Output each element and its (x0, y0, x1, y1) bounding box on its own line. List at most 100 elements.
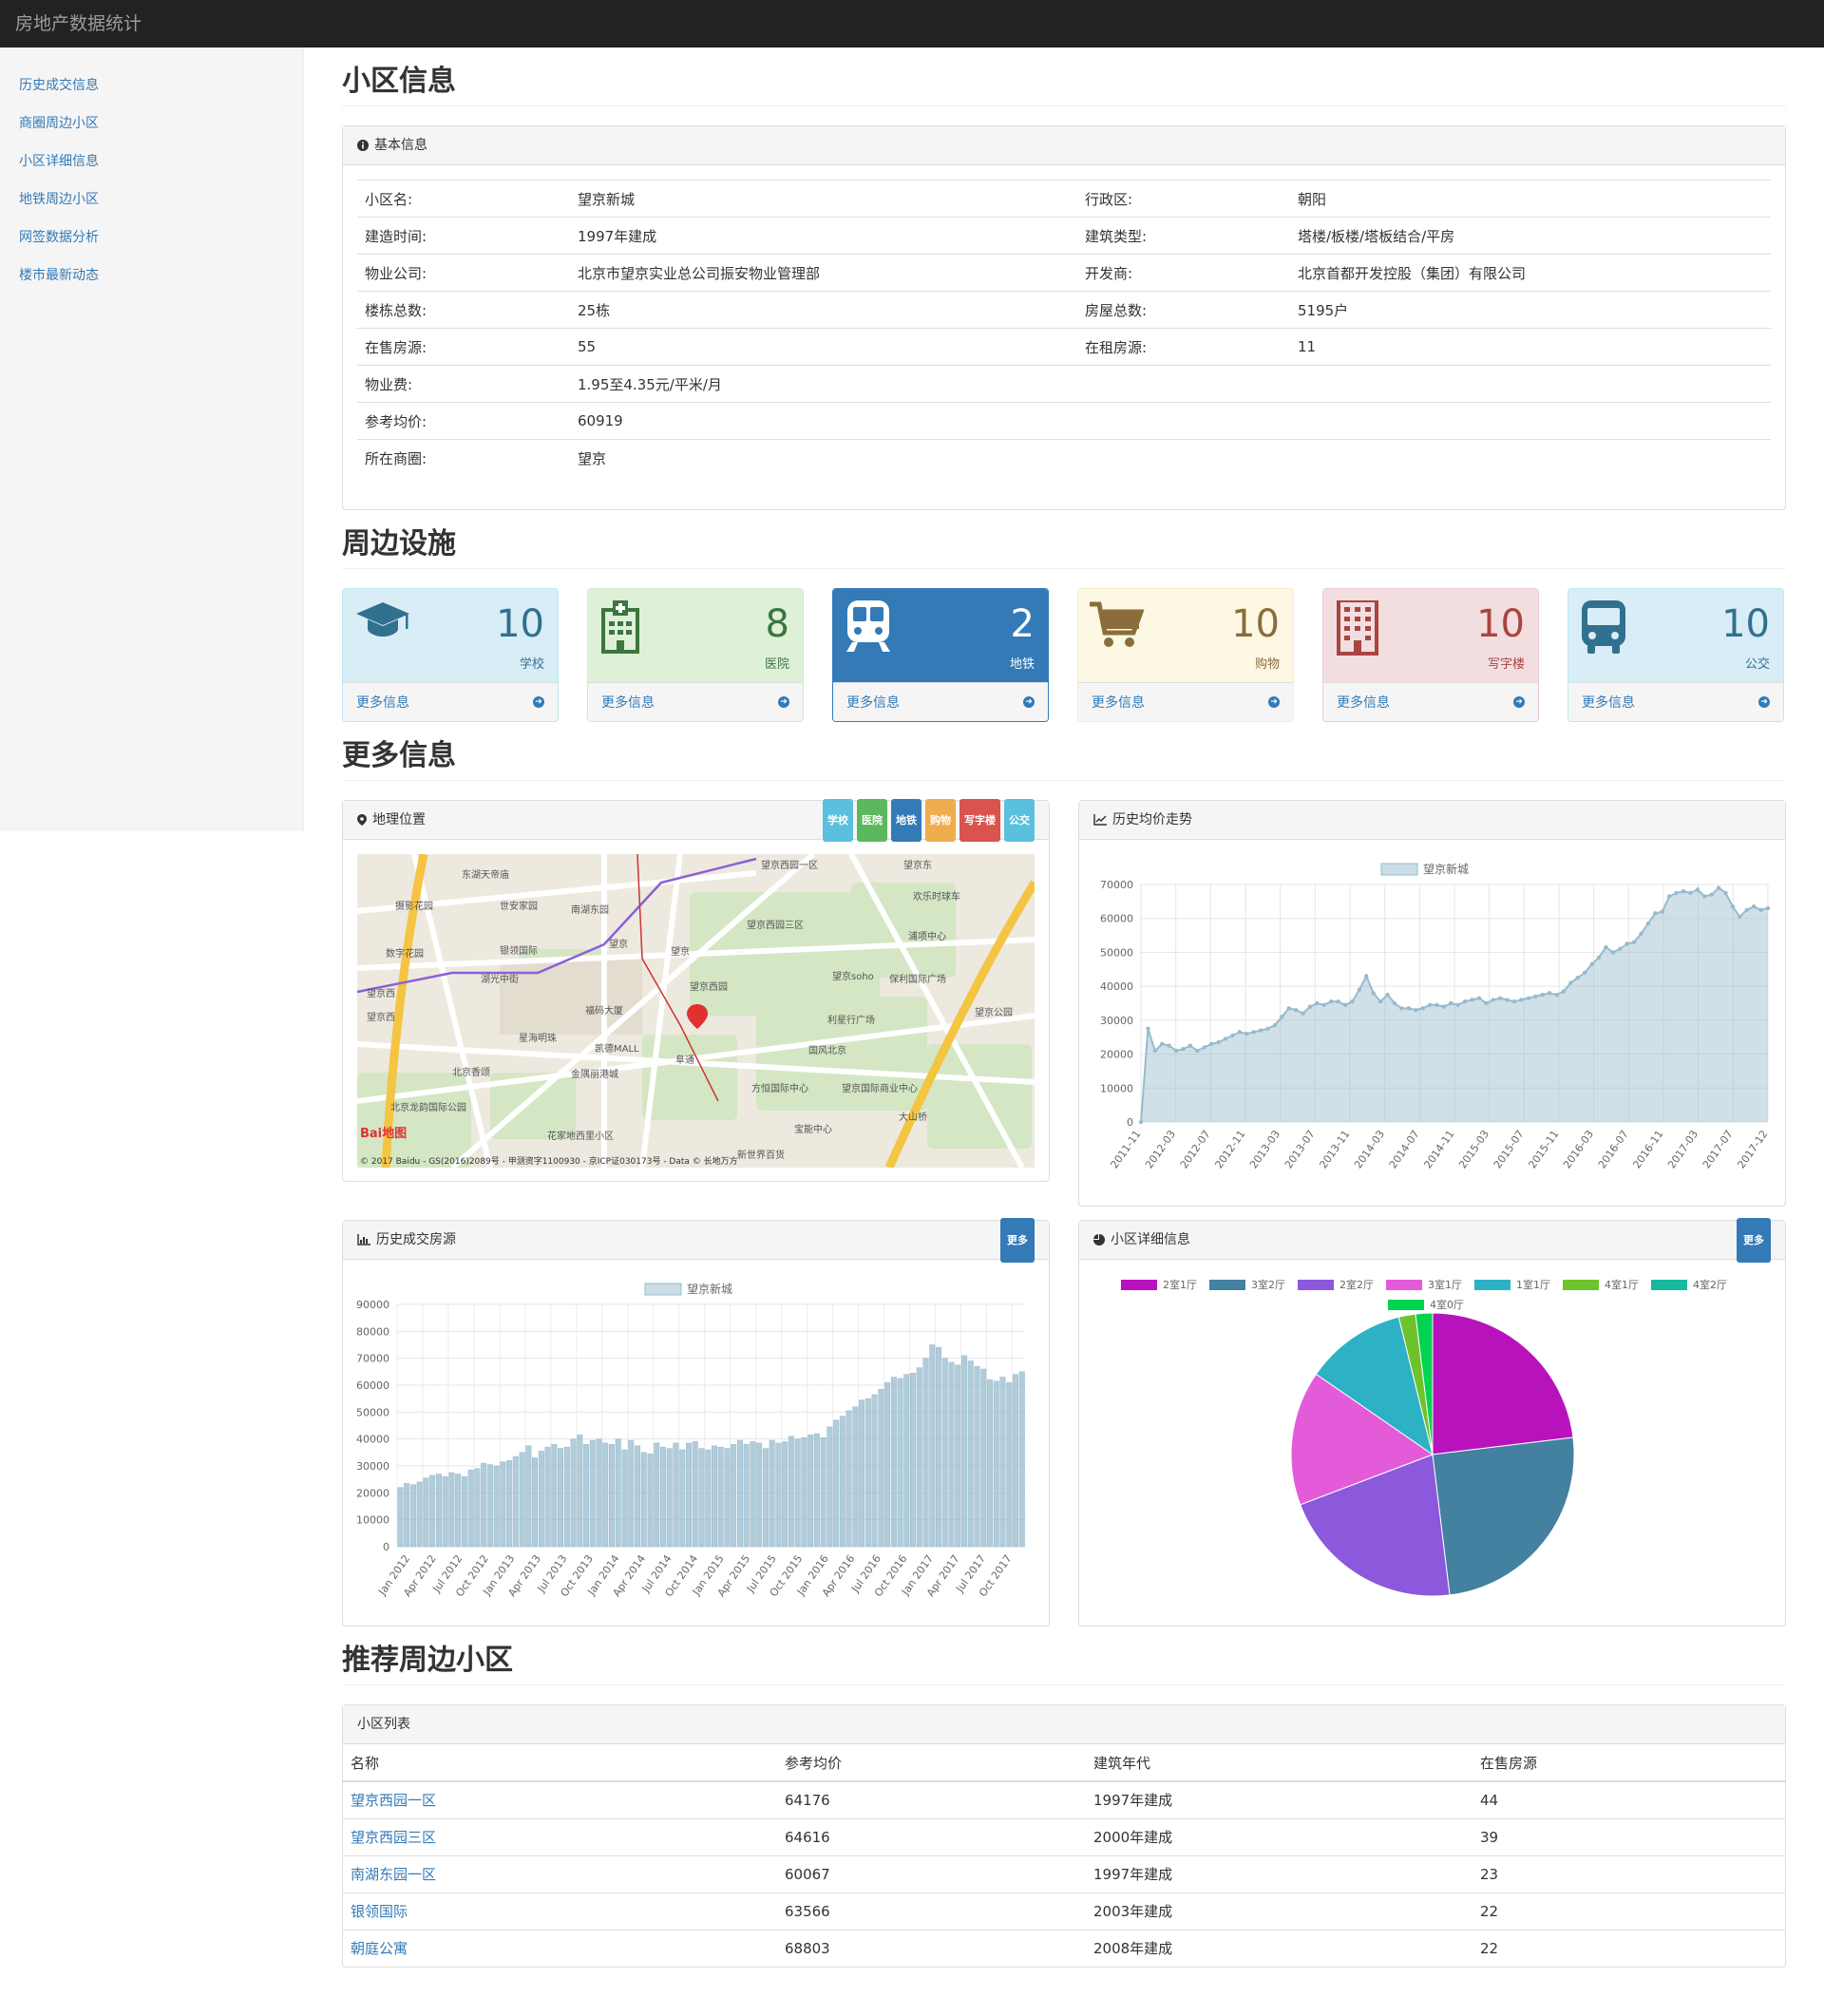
data-point (1716, 885, 1721, 890)
bar (577, 1435, 583, 1548)
facility-count: 10 (1231, 602, 1280, 646)
map-badge[interactable]: 地铁 (891, 798, 922, 842)
x-tick-label: 2017-12 (1735, 1128, 1770, 1170)
bar (871, 1394, 878, 1548)
map-label: 大山桥 (899, 1111, 927, 1123)
data-point (1406, 1006, 1411, 1011)
facility-card-hospital[interactable]: 8 医院 更多信息 ➜ (587, 588, 804, 722)
bar (955, 1364, 961, 1548)
bar (666, 1448, 673, 1548)
bar (679, 1449, 686, 1548)
arrow-circle-right-icon: ➜ (778, 696, 789, 708)
app-title[interactable]: 房地产数据统计 (0, 0, 1824, 48)
facility-more-link[interactable]: 更多信息 ➜ (343, 682, 558, 721)
data-point (1427, 1002, 1433, 1007)
info-cell-v2 (1290, 439, 1771, 477)
bar (698, 1448, 705, 1548)
community-link[interactable]: 望京西园三区 (351, 1829, 436, 1846)
map-badge[interactable]: 公交 (1004, 798, 1035, 842)
bar (589, 1439, 596, 1548)
map-label: 花家地西里小区 (547, 1130, 614, 1142)
facilities-row: 10 学校 更多信息 ➜ 8 医院 更多信息 ➜ 2 地铁 更多信息 ➜ 10 购物 更多信息 ➜ 10 写字楼更… (342, 588, 1786, 722)
deal-more-button[interactable]: 更多 (1000, 1217, 1035, 1263)
sidebar-item-contract[interactable]: 网签数据分析 (0, 219, 303, 257)
info-circle-icon (357, 140, 369, 151)
legend-swatch (1298, 1280, 1334, 1290)
baidu-map[interactable]: 东湖天帝庙 望京西园一区 望京东摄影花园 世安家园 南湖东园望京西园三区 欢乐时球车数字花… (357, 854, 1035, 1168)
facility-card-building[interactable]: 10 写字楼 更多信息 ➜ (1322, 588, 1539, 722)
data-point (1610, 950, 1616, 955)
data-point (1357, 987, 1362, 992)
table-cell: 22 (1472, 1929, 1785, 1967)
bar (743, 1444, 750, 1548)
map-badge[interactable]: 医院 (857, 798, 887, 842)
y-tick-label: 30000 (1100, 1015, 1133, 1027)
sidebar-item-history[interactable]: 历史成交信息 (0, 67, 303, 105)
column-header: 参考均价 (777, 1744, 1086, 1782)
x-tick-label: 2016-03 (1561, 1128, 1596, 1170)
map-badge[interactable]: 写字楼 (960, 798, 1000, 842)
table-row: 望京西园一区 64176 1997年建成 44 (343, 1780, 1785, 1818)
bar (659, 1446, 666, 1548)
facility-more-link[interactable]: 更多信息 ➜ (1078, 682, 1293, 721)
bar (525, 1445, 532, 1548)
data-point (1519, 998, 1524, 1002)
legend-label: 1室1厅 (1516, 1278, 1550, 1291)
arrow-circle-right-icon: ➜ (533, 696, 544, 708)
facility-more-link[interactable]: 更多信息 ➜ (588, 682, 803, 721)
bar (583, 1444, 590, 1548)
detail-info-panel: 小区详细信息 更多 2室1厅 3室2厅 2室2厅 3室1厅 1室1厅 4室1厅 4室2厅 4室… (1078, 1217, 1786, 1626)
table-cell: 63566 (777, 1892, 1086, 1930)
data-point (1307, 1004, 1313, 1009)
info-cell-k1: 楼栋总数: (357, 291, 570, 329)
bar (640, 1452, 647, 1548)
facility-card-graduation-cap[interactable]: 10 学校 更多信息 ➜ (342, 588, 559, 722)
info-cell-k2 (1077, 402, 1290, 440)
price-trend-panel: 历史均价走势 望京新城 0 10000 20000 30000 40000 50000 600… (1078, 800, 1786, 1207)
map-badge[interactable]: 学校 (823, 798, 853, 842)
facility-more-link[interactable]: 更多信息 ➜ (833, 682, 1048, 721)
sidebar-item-news[interactable]: 楼市最新动态 (0, 257, 303, 295)
column-header: 在售房源 (1472, 1744, 1785, 1782)
bar (519, 1452, 525, 1548)
bar (685, 1442, 692, 1548)
table-cell: 银领国际 (343, 1892, 777, 1930)
legend-label: 4室2厅 (1693, 1278, 1727, 1291)
bar (884, 1381, 891, 1548)
data-point (1378, 999, 1383, 1004)
facility-card-cart[interactable]: 10 购物 更多信息 ➜ (1077, 588, 1294, 722)
map-badge[interactable]: 购物 (925, 798, 956, 842)
data-point (1596, 955, 1602, 960)
map-label: 摄影花园 (395, 900, 433, 912)
map-label: 世安家园 (500, 900, 538, 912)
sidebar-item-detail[interactable]: 小区详细信息 (0, 143, 303, 181)
community-link[interactable]: 南湖东园一区 (351, 1866, 436, 1883)
table-cell: 22 (1472, 1892, 1785, 1930)
legend-swatch (1474, 1280, 1510, 1290)
community-link[interactable]: 朝庭公寓 (351, 1940, 408, 1957)
info-cell-k2 (1077, 365, 1290, 403)
map-label: 利星行广场 (827, 1014, 875, 1026)
facility-more-text: 更多信息 (601, 695, 655, 711)
data-point (1470, 998, 1474, 1002)
sidebar-item-business-area[interactable]: 商圈周边小区 (0, 105, 303, 143)
facility-card-subway[interactable]: 2 地铁 更多信息 ➜ (832, 588, 1049, 722)
facility-more-link[interactable]: 更多信息 ➜ (1323, 682, 1538, 721)
detail-more-button[interactable]: 更多 (1737, 1217, 1771, 1263)
community-link[interactable]: 银领国际 (351, 1903, 408, 1920)
info-cell-v2: 北京首都开发控股（集团）有限公司 (1290, 254, 1771, 292)
room-type-pie-chart: 2室1厅 3室2厅 2室2厅 3室1厅 1室1厅 4室1厅 4室2厅 4室0厅 (1121, 1278, 1727, 1597)
facility-more-link[interactable]: 更多信息 ➜ (1568, 682, 1783, 721)
bar (820, 1437, 826, 1548)
info-row: 所在商圈: 望京 (357, 439, 1771, 477)
data-point (1639, 931, 1644, 936)
y-tick-label: 90000 (356, 1299, 390, 1311)
sidebar-item-subway[interactable]: 地铁周边小区 (0, 181, 303, 219)
building-icon (1337, 599, 1378, 656)
bar (416, 1481, 423, 1548)
map-label: 望京西园一区 (761, 859, 818, 871)
map-category-badges: 学校 医院 地铁 购物 写字楼 公交 (819, 798, 1035, 842)
pie-chart-icon (1093, 1234, 1105, 1246)
facility-card-bus[interactable]: 10 公交 更多信息 ➜ (1568, 588, 1784, 722)
community-link[interactable]: 望京西园一区 (351, 1792, 436, 1809)
